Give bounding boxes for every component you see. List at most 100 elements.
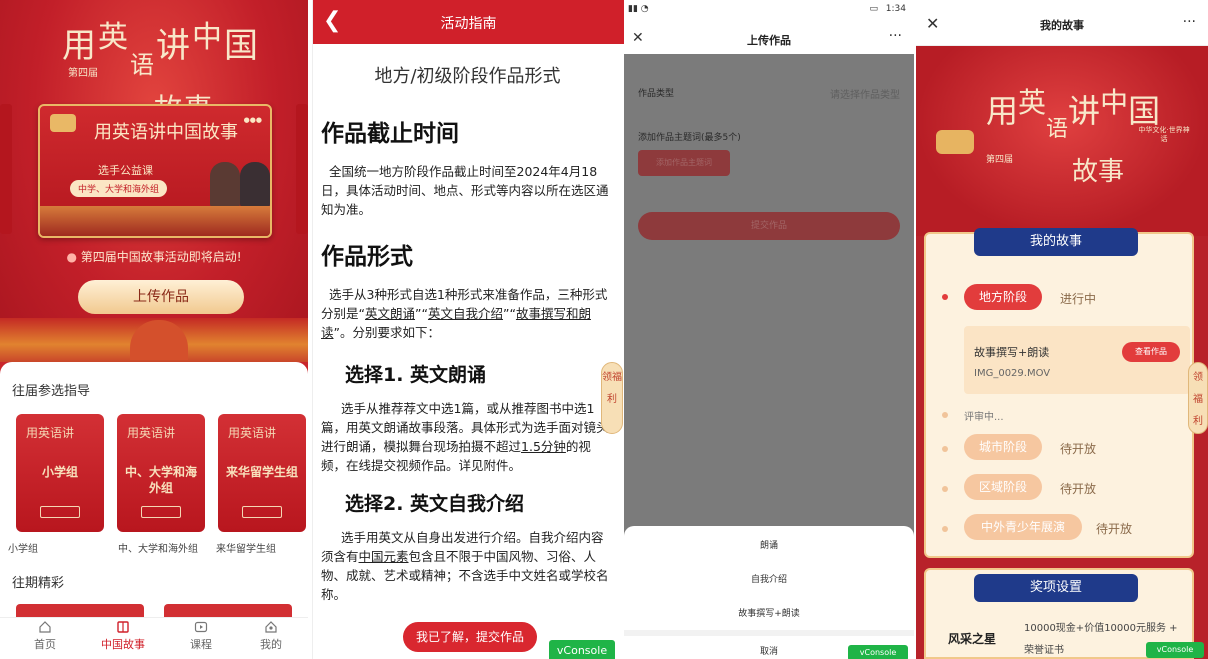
home-icon xyxy=(39,621,51,633)
more-icon[interactable]: ··· xyxy=(1183,14,1196,30)
title-char: 国 xyxy=(1128,92,1161,130)
title-char: 英 xyxy=(1018,86,1047,119)
stage-youth-pill[interactable]: 中外青少年展演 xyxy=(964,514,1082,540)
award-name: 风采之星 xyxy=(948,632,997,646)
guide-label-primary: 小学组 xyxy=(8,544,38,555)
status-bar: ▮▮ ◔ 1:34 ▭ xyxy=(624,0,914,22)
timeline-dot xyxy=(942,486,948,492)
work-file-name: IMG_0029.MOV xyxy=(974,368,1051,379)
tab-mine[interactable]: 我的 xyxy=(236,620,306,652)
speaker-photo-2 xyxy=(240,162,270,208)
option-story-writing[interactable]: 故事撰写+朗读 xyxy=(624,606,914,619)
timeline-dot xyxy=(942,526,948,532)
book-icon xyxy=(117,621,129,633)
add-topic-button[interactable]: 添加作品主题词 xyxy=(638,150,730,176)
guide-section-title: 往届参选指导 xyxy=(12,384,91,399)
home-screen: 用英语讲中国 故事 第四届 ●●● 用英语讲中国故事 选手公益课 中学、大学和海… xyxy=(0,0,308,659)
stage-local-pill[interactable]: 地方阶段 xyxy=(964,284,1042,310)
link-self-intro[interactable]: 英文自我介绍 xyxy=(428,306,503,321)
hero-banner: 用英语讲中国 故事 第四届 ●●● 用英语讲中国故事 选手公益课 中学、大学和海… xyxy=(0,0,308,362)
user-icon xyxy=(265,621,277,633)
submitted-work-card: 故事撰写+朗读 IMG_0029.MOV 查看作品 xyxy=(964,326,1190,394)
guide-card-logo: 用英语讲 xyxy=(127,426,176,440)
event-logo-icon xyxy=(50,114,76,132)
vconsole-button[interactable]: vConsole xyxy=(1146,642,1204,658)
confirm-submit-button[interactable]: 我已了解，提交作品 xyxy=(403,622,537,652)
guide-card-international[interactable]: 用英语讲 来华留学生组 xyxy=(218,414,306,532)
banner-title: 用英语讲中国故事 xyxy=(94,122,238,143)
vconsole-button[interactable]: vConsole xyxy=(549,640,615,659)
work-type-label: 作品类型 xyxy=(638,89,675,99)
choice1-paragraph: 选手从推荐荐文中选1篇，或从推荐图书中选1篇，用英文朗诵故事段落。具体形式为选手… xyxy=(321,401,609,473)
course-group-pill: 中学、大学和海外组 xyxy=(70,180,168,197)
status-in-progress: 进行中 xyxy=(1060,292,1097,306)
title-char: 语 xyxy=(1046,117,1069,142)
upload-work-button[interactable]: 上传作品 xyxy=(78,280,244,314)
page-title: 我的故事 xyxy=(1040,19,1084,32)
my-story-title: 我的故事 xyxy=(974,228,1138,256)
page-title: 活动指南 xyxy=(440,16,497,32)
submit-work-button[interactable]: 提交作品 xyxy=(638,212,900,240)
choice2-heading: 选择2. 英文自我介绍 xyxy=(345,493,525,515)
edition-label: 第四届 xyxy=(68,68,98,79)
title-char: 英 xyxy=(98,20,130,55)
stage-city-pill[interactable]: 城市阶段 xyxy=(964,434,1042,460)
announcement-text: ● 第四届中国故事活动即将启动! xyxy=(66,250,242,264)
upload-work-screen: ▮▮ ◔ 1:34 ▭ ✕ 上传作品 ··· 作品类型 添加作品主题词(最多5个… xyxy=(624,0,914,659)
page-title: 上传作品 xyxy=(747,34,791,47)
work-title: 故事撰写+朗读 xyxy=(974,346,1050,359)
chinese-elements-link[interactable]: 中国元素 xyxy=(359,549,409,564)
title-char: 中 xyxy=(192,20,224,55)
benefit-float-badge[interactable]: 领福利 xyxy=(1188,362,1208,434)
title-char: 国 xyxy=(224,26,260,66)
duration-link[interactable]: 1.5分钟 xyxy=(521,439,566,454)
title-char: 故 xyxy=(1072,157,1099,187)
guide-label-middle-university: 中、大学和海外组 xyxy=(118,544,198,555)
vconsole-button[interactable]: vConsole xyxy=(848,645,908,659)
topic-label: 添加作品主题词(最多5个) xyxy=(638,133,741,143)
tab-china-story[interactable]: 中国故事 xyxy=(88,620,158,652)
benefit-float-badge[interactable]: 领福利 xyxy=(601,362,623,434)
choice2-paragraph: 选手用英文从自身出发进行介绍。自我介绍内容须含有中国元素包含且不限于中国风物、习… xyxy=(321,530,609,602)
stage-region-pill[interactable]: 区域阶段 xyxy=(964,474,1042,500)
guide-card-primary[interactable]: 用英语讲 小学组 xyxy=(16,414,104,532)
banner-decoration xyxy=(40,206,270,236)
more-icon[interactable]: ··· xyxy=(889,28,902,44)
guide-card-group: 来华留学生组 xyxy=(225,465,298,479)
guide-navbar: ❮ 活动指南 xyxy=(313,0,624,44)
tab-home[interactable]: 首页 xyxy=(10,620,80,652)
edition-label: 第四届 xyxy=(986,155,1014,165)
tab-courses[interactable]: 课程 xyxy=(166,620,236,652)
event-logo-icon xyxy=(936,130,974,154)
deadline-paragraph: 全国统一地方阶段作品截止时间至2024年4月18日，具体活动时间、地点、形式等内… xyxy=(321,164,609,217)
timeline-dot xyxy=(942,412,948,418)
title-char: 用 xyxy=(62,26,98,66)
view-work-button[interactable]: 查看作品 xyxy=(1122,342,1180,362)
guide-card-logo: 用英语讲 xyxy=(228,426,277,440)
carousel-prev-card[interactable] xyxy=(0,104,12,234)
work-type-select[interactable]: 请选择作品类型 xyxy=(830,86,900,101)
highlights-section-title: 往期精彩 xyxy=(12,576,65,591)
my-story-card xyxy=(924,232,1194,558)
timeline-dot xyxy=(942,446,948,452)
my-story-screen: ✕ 我的故事 ··· 中华文化·世界神话 用英语讲中国 故事 第四届 我的故事 … xyxy=(916,0,1208,659)
speaker-photo-1 xyxy=(210,162,240,208)
guide-card-middle-university[interactable]: 用英语讲 中、大学和海外组 xyxy=(117,414,205,532)
signal-icon: ▮▮ ◔ xyxy=(628,4,649,14)
upload-header: ✕ 上传作品 ··· xyxy=(624,22,914,54)
option-recitation[interactable]: 朗诵 xyxy=(624,538,914,551)
status-pending: 待开放 xyxy=(1060,442,1097,456)
my-story-header: ✕ 我的故事 ··· xyxy=(916,0,1208,46)
partner-logo-icon: ●●● xyxy=(243,116,262,124)
play-icon xyxy=(194,621,208,633)
choice1-heading: 选择1. 英文朗诵 xyxy=(345,364,487,386)
link-recitation[interactable]: 英文朗诵 xyxy=(365,306,415,321)
course-banner-card[interactable]: ●●● 用英语讲中国故事 选手公益课 中学、大学和海外组 xyxy=(38,104,272,238)
carousel-next-card[interactable] xyxy=(296,104,308,234)
title-char: 讲 xyxy=(156,26,192,66)
option-self-intro[interactable]: 自我介绍 xyxy=(624,572,914,585)
activity-guide-screen: ❮ 活动指南 地方/初级阶段作品形式 作品截止时间 全国统一地方阶段作品截止时间… xyxy=(312,0,624,659)
work-type-action-sheet: 朗诵 自我介绍 故事撰写+朗读 取消 xyxy=(624,526,914,659)
reviewing-status: 评审中... xyxy=(964,412,1004,423)
guide-content: 地方/初级阶段作品形式 作品截止时间 全国统一地方阶段作品截止时间至2024年4… xyxy=(321,44,614,608)
